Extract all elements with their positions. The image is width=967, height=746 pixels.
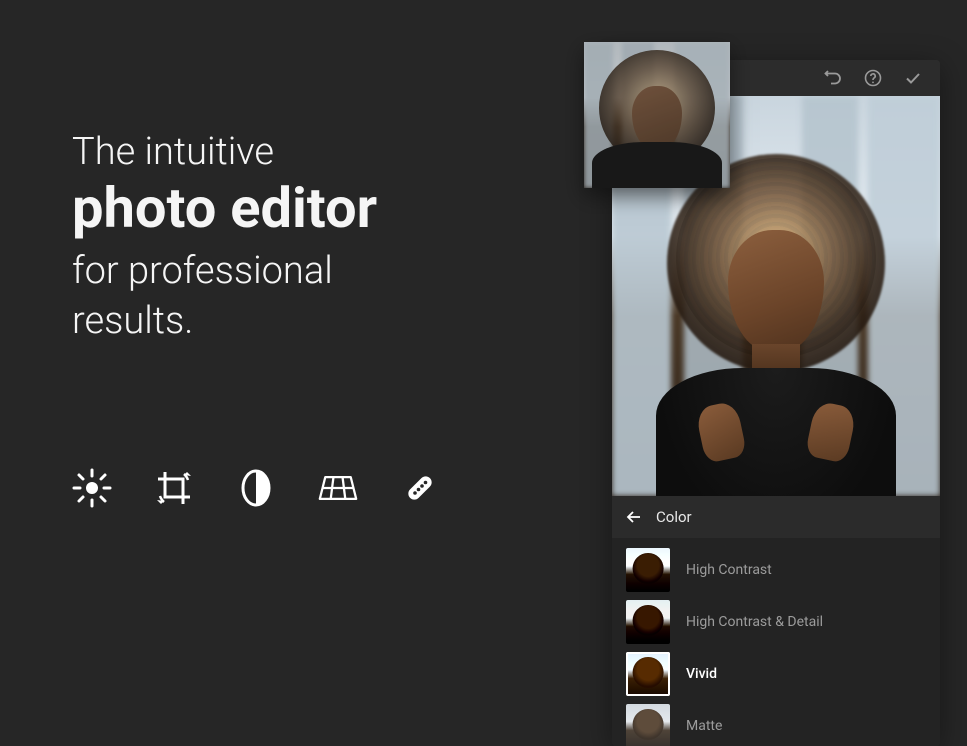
crop-icon [154, 468, 194, 508]
healing-icon [400, 468, 440, 508]
preset-label: Vivid [686, 666, 717, 682]
light-icon [72, 468, 112, 508]
preset-matte[interactable]: Matte [612, 700, 940, 746]
preset-label: High Contrast [686, 562, 772, 578]
preset-high-contrast[interactable]: High Contrast [612, 544, 940, 596]
confirm-icon[interactable] [904, 69, 922, 87]
headline-line-1: The intuitive [72, 130, 377, 176]
preset-panel-header[interactable]: Color [612, 496, 940, 538]
tool-icon-row [72, 468, 440, 508]
preset-thumb [626, 704, 670, 746]
preset-thumb [626, 548, 670, 592]
preset-thumb [626, 652, 670, 696]
presets-icon [236, 468, 276, 508]
help-icon[interactable] [864, 69, 882, 87]
headline-line-3: for professional [72, 247, 377, 296]
preset-label: High Contrast & Detail [686, 614, 823, 630]
headline-line-4: results. [72, 297, 377, 346]
undo-icon[interactable] [824, 69, 842, 87]
preset-label: Matte [686, 718, 722, 734]
preset-vivid[interactable]: Vivid [612, 648, 940, 700]
headline-line-2: photo editor [72, 178, 377, 240]
back-arrow-icon[interactable] [626, 509, 642, 525]
preset-list: High Contrast High Contrast & Detail Viv… [612, 538, 940, 746]
preset-thumb [626, 600, 670, 644]
geometry-icon [318, 468, 358, 508]
preset-high-contrast-detail[interactable]: High Contrast & Detail [612, 596, 940, 648]
preset-panel-title: Color [656, 508, 692, 526]
before-photo-thumbnail [584, 42, 730, 188]
